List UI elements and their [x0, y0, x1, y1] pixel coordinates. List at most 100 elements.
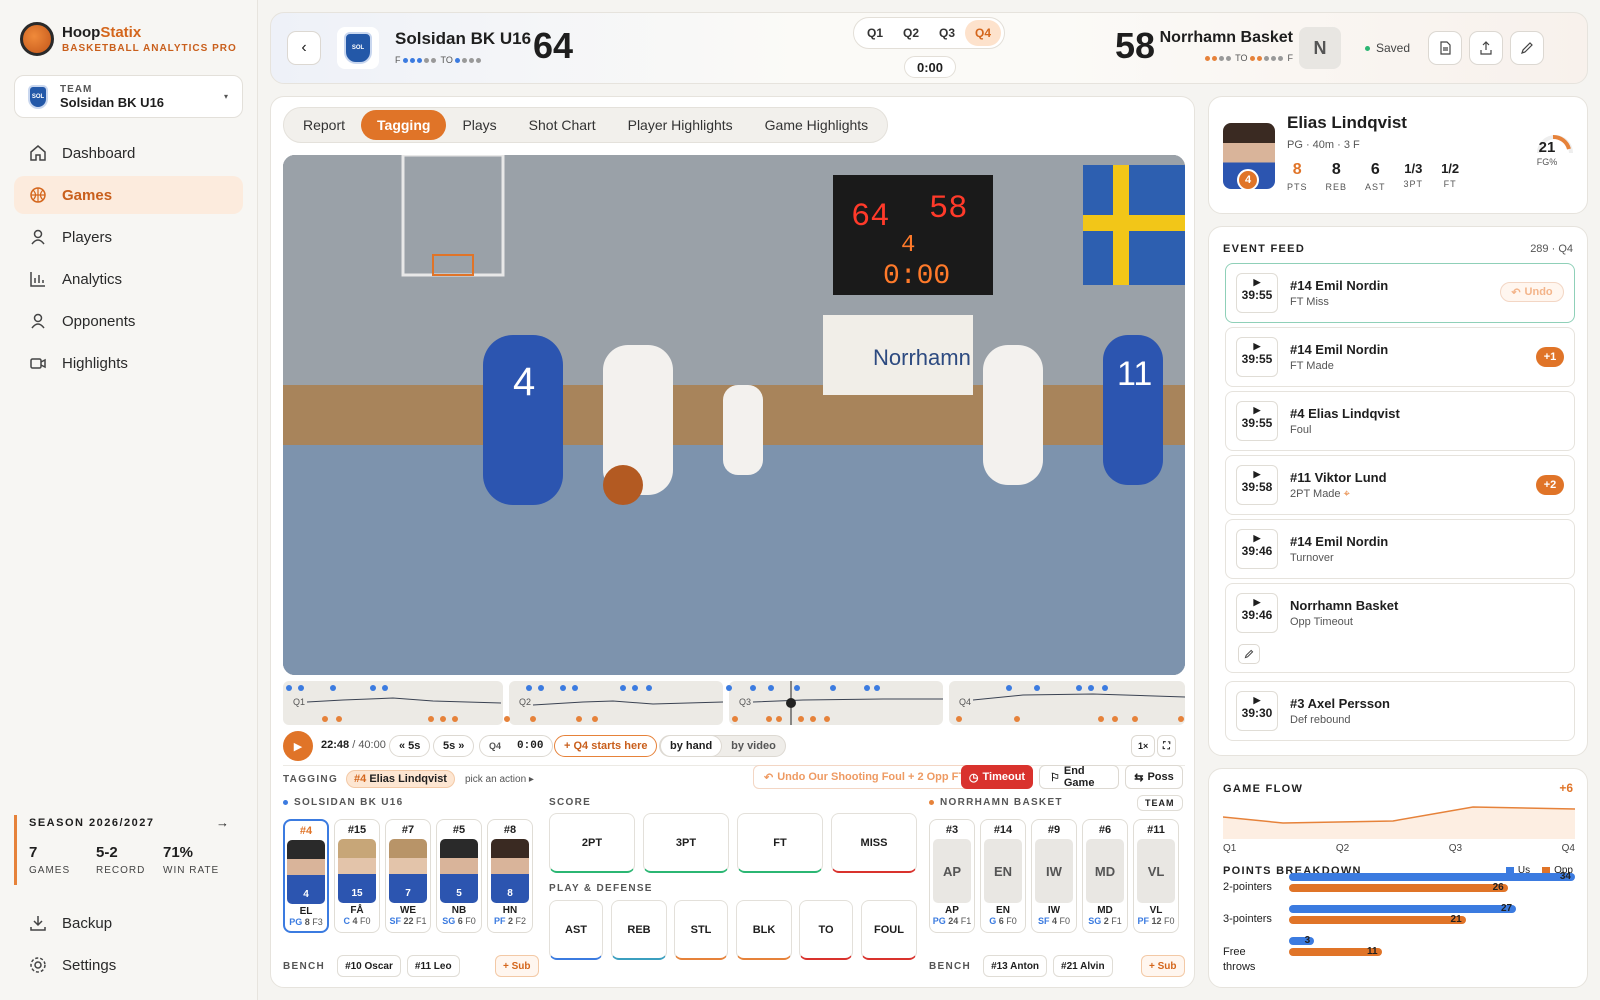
- forward-5s-button[interactable]: 5s »: [433, 735, 475, 757]
- brand-name-b: Statix: [100, 24, 142, 41]
- score-miss-button[interactable]: MISS: [831, 813, 917, 873]
- event-time[interactable]: ▶ 39:55: [1236, 401, 1278, 441]
- bench-player-chip[interactable]: #10 Oscar: [337, 955, 401, 977]
- nav-label: Backup: [62, 914, 113, 932]
- event-time[interactable]: ▶ 39:46: [1236, 593, 1278, 633]
- possession-button[interactable]: ⇆ Poss: [1125, 765, 1183, 789]
- home-player-card[interactable]: #4 4 EL PG 8 F3: [283, 819, 329, 933]
- home-player-card[interactable]: #7 7 WE SF 22 F1: [385, 819, 431, 933]
- event-item[interactable]: ▶ 39:58 #11 Viktor Lund 2PT Made ⌖ +2: [1225, 455, 1575, 515]
- document-icon: [1440, 41, 1451, 55]
- svg-text:11: 11: [1117, 355, 1152, 393]
- nav-label: Players: [62, 228, 113, 246]
- speed-button[interactable]: 1×: [1131, 735, 1156, 757]
- event-item[interactable]: ▶ 39:55 #14 Emil Nordin FT Made +1: [1225, 327, 1575, 387]
- away-player-card[interactable]: #14 EN EN G 6 F0: [980, 819, 1026, 933]
- event-item[interactable]: ▶ 39:46 #14 Emil Nordin Turnover: [1225, 519, 1575, 579]
- document-button[interactable]: [1428, 31, 1462, 65]
- event-time[interactable]: ▶ 39:46: [1236, 529, 1278, 569]
- event-time[interactable]: ▶ 39:58: [1236, 465, 1278, 505]
- away-sub-button[interactable]: + Sub: [1141, 955, 1185, 977]
- action-foul-button[interactable]: FOUL: [861, 900, 917, 960]
- bench-player-chip[interactable]: #11 Leo: [406, 955, 460, 977]
- action-stl-button[interactable]: STL: [674, 900, 728, 960]
- nav-analytics[interactable]: Analytics: [14, 260, 243, 298]
- points-badge: +1: [1536, 347, 1564, 367]
- away-player-card[interactable]: #9 IW IW SF 4 F0: [1031, 819, 1077, 933]
- player-initials-avatar: VL: [1137, 839, 1175, 903]
- play-icon: ▶: [1253, 597, 1261, 607]
- share-button[interactable]: [1469, 31, 1503, 65]
- event-item[interactable]: ▶ 39:55 #4 Elias Lindqvist Foul: [1225, 391, 1575, 451]
- event-time[interactable]: ▶ 39:55: [1236, 337, 1278, 377]
- bench-player-chip[interactable]: #21 Alvin: [1053, 955, 1113, 977]
- team-selector[interactable]: SOL TEAM Solsidan BK U16 ▾: [14, 75, 243, 118]
- brand[interactable]: HoopStatix BASKETBALL ANALYTICS PRO: [20, 22, 237, 56]
- tagging-player-chip[interactable]: #4 Elias Lindqvist: [346, 770, 455, 788]
- home-player-card[interactable]: #8 8 HN PF 2 F2: [487, 819, 533, 933]
- mode-by-hand[interactable]: by hand: [660, 735, 723, 757]
- home-player-card[interactable]: #5 5 NB SG 6 F0: [436, 819, 482, 933]
- action-blk-button[interactable]: BLK: [736, 900, 792, 960]
- action-ast-button[interactable]: AST: [549, 900, 603, 960]
- score-3pt-button[interactable]: 3PT: [643, 813, 729, 873]
- undo-event-button[interactable]: ↶ Undo: [1500, 282, 1564, 302]
- quarter-q2[interactable]: Q2: [893, 20, 929, 46]
- basketball-icon: [28, 185, 48, 205]
- rewind-5s-button[interactable]: « 5s: [389, 735, 431, 757]
- svg-text:58: 58: [929, 190, 967, 227]
- home-sub-button[interactable]: + Sub: [495, 955, 539, 977]
- event-time[interactable]: ▶ 39:30: [1236, 691, 1278, 731]
- nav-settings[interactable]: Settings: [14, 947, 243, 983]
- mode-by-video[interactable]: by video: [722, 740, 785, 752]
- nav-games[interactable]: Games: [14, 176, 243, 214]
- tab-shot-chart[interactable]: Shot Chart: [513, 110, 612, 140]
- nav-opponents[interactable]: Opponents: [14, 302, 243, 340]
- edit-button[interactable]: [1510, 31, 1544, 65]
- away-player-card[interactable]: #3 AP AP PG 24 F1: [929, 819, 975, 933]
- play-icon: ▶: [1253, 405, 1261, 415]
- nav-highlights[interactable]: Highlights: [14, 344, 243, 382]
- tab-report[interactable]: Report: [287, 110, 361, 140]
- tab-tagging[interactable]: Tagging: [361, 110, 447, 140]
- bench-player-chip[interactable]: #13 Anton: [983, 955, 1048, 977]
- edit-event-button[interactable]: [1238, 644, 1260, 664]
- nav-backup[interactable]: Backup: [14, 905, 243, 941]
- event-item[interactable]: ▶ 39:46 Norrhamn Basket Opp Timeout: [1225, 583, 1575, 673]
- tab-game-highlights[interactable]: Game Highlights: [749, 110, 885, 140]
- away-player-card[interactable]: #6 MD MD SG 2 F1: [1082, 819, 1128, 933]
- mode-toggle: by hand by video: [659, 735, 786, 757]
- row-label: 2-pointers: [1223, 881, 1272, 893]
- away-team-name: Norrhamn Basket: [1159, 29, 1293, 46]
- score-2pt-button[interactable]: 2PT: [549, 813, 635, 873]
- fullscreen-button[interactable]: ⛶: [1157, 735, 1176, 757]
- back-button[interactable]: ‹: [287, 31, 321, 65]
- nav-label: Highlights: [62, 354, 128, 372]
- nav-dashboard[interactable]: Dashboard: [14, 134, 243, 172]
- arrow-right-icon[interactable]: →: [216, 815, 229, 830]
- quarter-q3[interactable]: Q3: [929, 20, 965, 46]
- home-player-card[interactable]: #15 15 FÅ C 4 F0: [334, 819, 380, 933]
- nav-players[interactable]: Players: [14, 218, 243, 256]
- action-reb-button[interactable]: REB: [611, 900, 667, 960]
- quarter-q1[interactable]: Q1: [857, 20, 893, 46]
- undo-foul-button[interactable]: ↶ Undo Our Shooting Foul + 2 Opp FT: [753, 765, 977, 789]
- event-time[interactable]: ▶ 39:55: [1236, 273, 1278, 313]
- nav-label: Dashboard: [62, 144, 136, 162]
- event-item[interactable]: ▶ 39:55 #14 Emil Nordin FT Miss ↶ Undo: [1225, 263, 1575, 323]
- score-ft-button[interactable]: FT: [737, 813, 823, 873]
- away-player-card[interactable]: #11 VL VL PF 12 F0: [1133, 819, 1179, 933]
- tab-player-highlights[interactable]: Player Highlights: [612, 110, 749, 140]
- team-button[interactable]: TEAM: [1137, 795, 1183, 811]
- end-game-button[interactable]: ⚐ End Game: [1039, 765, 1119, 789]
- q4-start-button[interactable]: + Q4 starts here: [554, 735, 658, 757]
- action-to-button[interactable]: TO: [799, 900, 853, 960]
- quarter-clock-input[interactable]: Q4 0:00: [479, 735, 554, 757]
- quarter-q4[interactable]: Q4: [965, 20, 1001, 46]
- event-item[interactable]: ▶ 39:30 #3 Axel Persson Def rebound: [1225, 681, 1575, 741]
- game-video[interactable]: 64 58 4 0:00 Norrhamn 4 11: [283, 155, 1185, 675]
- play-button[interactable]: ▶: [283, 731, 313, 761]
- tab-plays[interactable]: Plays: [446, 110, 512, 140]
- nav-label: Analytics: [62, 270, 123, 288]
- timeout-button[interactable]: ◷ Timeout: [961, 765, 1033, 789]
